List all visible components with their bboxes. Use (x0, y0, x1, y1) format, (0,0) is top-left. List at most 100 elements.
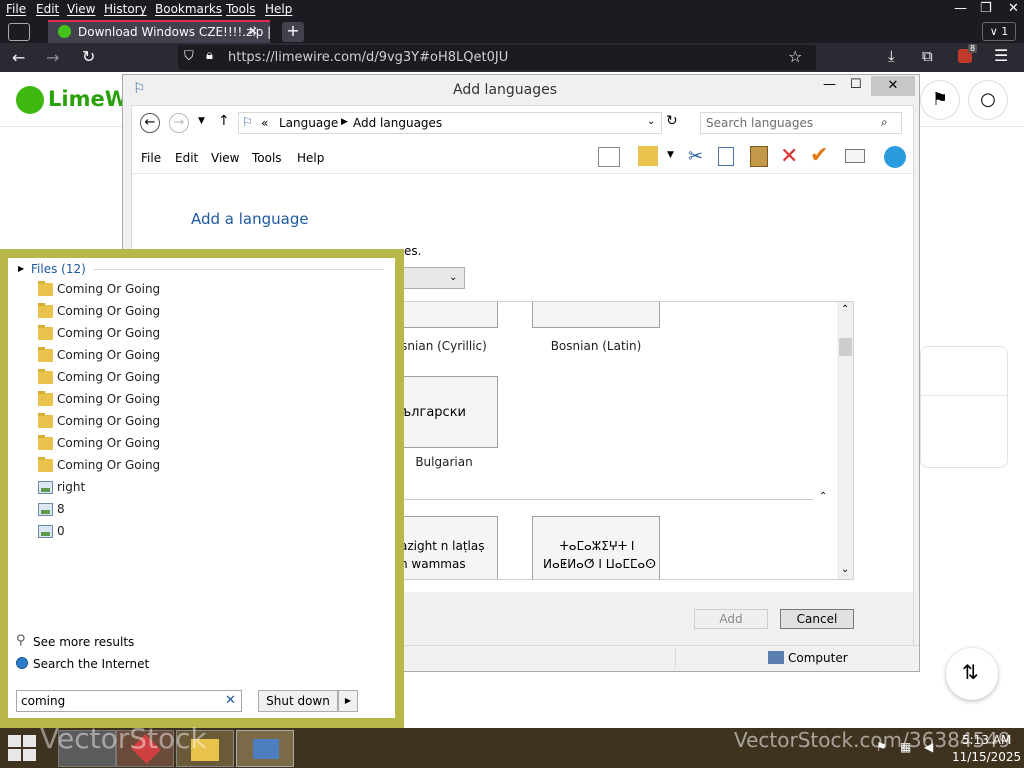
clear-search-icon[interactable]: ✕ (225, 693, 236, 708)
collapse-group-icon[interactable]: ⌃ (819, 491, 827, 502)
list-item[interactable]: Coming Or Going (36, 323, 336, 345)
dialog-menu-file[interactable]: File (141, 151, 161, 165)
shield-icon[interactable]: ⛉ (184, 49, 194, 64)
layout-pane-icon[interactable] (598, 147, 620, 167)
recent-locations-icon[interactable]: ▼ (198, 116, 205, 126)
menu-tools[interactable]: Tools (226, 2, 256, 16)
list-item[interactable]: Coming Or Going (36, 455, 336, 477)
reload-icon[interactable]: ↻ (82, 47, 95, 66)
list-item[interactable]: 0 (36, 521, 336, 543)
paste-icon[interactable] (750, 146, 768, 167)
language-tile-tamazight-tifinagh[interactable]: ⵜⴰⵎⴰⵣⵉⵖⵜ ⵏ ⵍⴰⵟⵍⴰⵚ ⵏ ⵡⴰⵎⵎⴰⵙ (532, 516, 660, 579)
tab-list-button[interactable]: ∨ 1 (982, 22, 1016, 41)
menu-bookmarks[interactable]: Bookmarks (155, 2, 222, 16)
list-item[interactable]: Coming Or Going (36, 389, 336, 411)
checkmark-icon[interactable]: ✔ (810, 143, 828, 168)
dialog-menu-view[interactable]: View (211, 151, 239, 165)
minimize-icon[interactable]: — (954, 1, 967, 16)
list-item[interactable]: Coming Or Going (36, 279, 336, 301)
language-list-scrollbar[interactable]: ⌃ ⌄ (837, 302, 853, 579)
shutdown-button[interactable]: Shut down (258, 690, 338, 712)
close-icon[interactable]: ✕ (1008, 1, 1019, 16)
dialog-forward-icon[interactable]: → (169, 113, 189, 133)
report-flag-icon[interactable]: ⚑ (920, 80, 960, 120)
add-button[interactable]: Add (694, 609, 768, 629)
dialog-maximize-icon[interactable]: ☐ (850, 77, 862, 92)
chat-icon[interactable]: ○ (968, 80, 1008, 120)
scroll-up-icon[interactable]: ⌃ (841, 304, 849, 315)
restore-icon[interactable]: ❐ (980, 1, 992, 16)
language-tile-bosnian-cyrillic[interactable] (401, 302, 498, 328)
dialog-menu-edit[interactable]: Edit (175, 151, 198, 165)
clock-date[interactable]: 11/15/2025 (952, 750, 1021, 764)
delete-icon[interactable]: ✕ (780, 144, 798, 169)
expand-group-icon[interactable]: ▶ (18, 264, 24, 273)
list-item[interactable]: Coming Or Going (36, 367, 336, 389)
breadcrumb-language[interactable]: Language (279, 116, 338, 130)
scroll-down-icon[interactable]: ⌄ (841, 564, 849, 575)
language-tile-bosnian-latin[interactable] (532, 302, 660, 328)
cancel-button[interactable]: Cancel (780, 609, 854, 629)
up-icon[interactable]: ↑ (218, 113, 230, 129)
copy-icon[interactable] (718, 147, 734, 166)
tray-network-icon[interactable]: ▦ (900, 740, 911, 754)
extensions-icon[interactable]: ⧉ (922, 47, 933, 65)
hamburger-menu-icon[interactable]: ☰ (994, 46, 1008, 65)
group-by-dropdown[interactable]: ⌄ (402, 267, 465, 289)
cut-icon[interactable]: ✂ (688, 146, 703, 167)
menu-file[interactable]: File (6, 2, 26, 16)
address-breadcrumb[interactable]: ⚐ « Language ▶ Add languages ⌄ (238, 112, 662, 134)
dialog-minimize-icon[interactable]: — (823, 77, 836, 92)
list-item[interactable]: 8 (36, 499, 336, 521)
back-icon[interactable]: ← (12, 48, 25, 67)
list-item[interactable]: Coming Or Going (36, 301, 336, 323)
bookmark-star-icon[interactable]: ☆ (788, 47, 802, 66)
start-button[interactable] (8, 735, 38, 761)
dialog-back-icon[interactable]: ← (140, 113, 160, 133)
shell-globe-icon[interactable] (884, 146, 906, 168)
list-item[interactable]: Coming Or Going (36, 433, 336, 455)
menu-edit[interactable]: Edit (36, 2, 59, 16)
limewire-logo-icon[interactable] (16, 86, 44, 114)
tray-flag-icon[interactable]: ⚑ (876, 740, 887, 754)
search-internet-link[interactable]: Search the Internet (14, 654, 214, 674)
sort-fab-button[interactable]: ⇅ (946, 648, 998, 700)
rename-icon[interactable] (845, 149, 865, 163)
files-group-header[interactable]: Files (12) (31, 262, 86, 276)
tray-volume-icon[interactable]: ◀ (924, 740, 933, 754)
start-search-input[interactable]: coming ✕ (16, 690, 242, 712)
menu-help[interactable]: Help (265, 2, 292, 16)
list-item[interactable]: right (36, 477, 336, 499)
list-item[interactable]: Coming Or Going (36, 411, 336, 433)
shutdown-options-icon[interactable]: ▶ (338, 690, 358, 712)
dialog-menu-help[interactable]: Help (297, 151, 324, 165)
see-more-results-link[interactable]: ⚲ See more results (14, 632, 214, 652)
search-languages-input[interactable]: Search languages ⌕ (700, 112, 902, 134)
properties-dropdown-icon[interactable]: ▼ (667, 150, 674, 160)
address-dropdown-icon[interactable]: ⌄ (647, 116, 655, 127)
url-text[interactable]: https://limewire.com/d/9vg3Y#oH8LQet0JU (228, 50, 508, 65)
scroll-thumb[interactable] (839, 338, 852, 356)
download-icon[interactable]: ⤓ (888, 47, 895, 65)
dialog-menu-tools[interactable]: Tools (252, 151, 282, 165)
menu-view[interactable]: View (67, 2, 95, 16)
properties-folder-icon[interactable] (638, 146, 658, 166)
language-tile-bulgarian[interactable]: ългарски (401, 376, 498, 448)
tab-overview-icon[interactable] (8, 23, 30, 41)
breadcrumb-overflow[interactable]: « (261, 116, 268, 130)
forward-icon[interactable]: → (46, 48, 59, 67)
clock-time[interactable]: 5:13 AM (962, 733, 1011, 747)
refresh-icon[interactable]: ↻ (666, 113, 678, 129)
active-tab[interactable]: Download Windows CZE!!!!.zip | ✕ (48, 20, 271, 43)
list-item[interactable]: Coming Or Going (36, 345, 336, 367)
breadcrumb-add-languages[interactable]: Add languages (353, 116, 442, 130)
url-bar[interactable]: ⛉ 🔒︎ https://limewire.com/d/9vg3Y#oH8LQe… (178, 45, 816, 70)
dialog-close-button[interactable]: ✕ (871, 76, 915, 96)
menu-history[interactable]: History (104, 2, 147, 16)
search-icon[interactable]: ⌕ (881, 115, 888, 130)
lock-icon[interactable]: 🔒︎ (206, 48, 213, 63)
language-tile-tamazight-latin[interactable]: azight n laṭlaṣ n wammas (401, 516, 498, 579)
new-tab-icon[interactable]: + (282, 22, 304, 42)
tab-close-icon[interactable]: ✕ (248, 24, 258, 38)
taskbar-control-panel-icon[interactable] (236, 730, 294, 767)
